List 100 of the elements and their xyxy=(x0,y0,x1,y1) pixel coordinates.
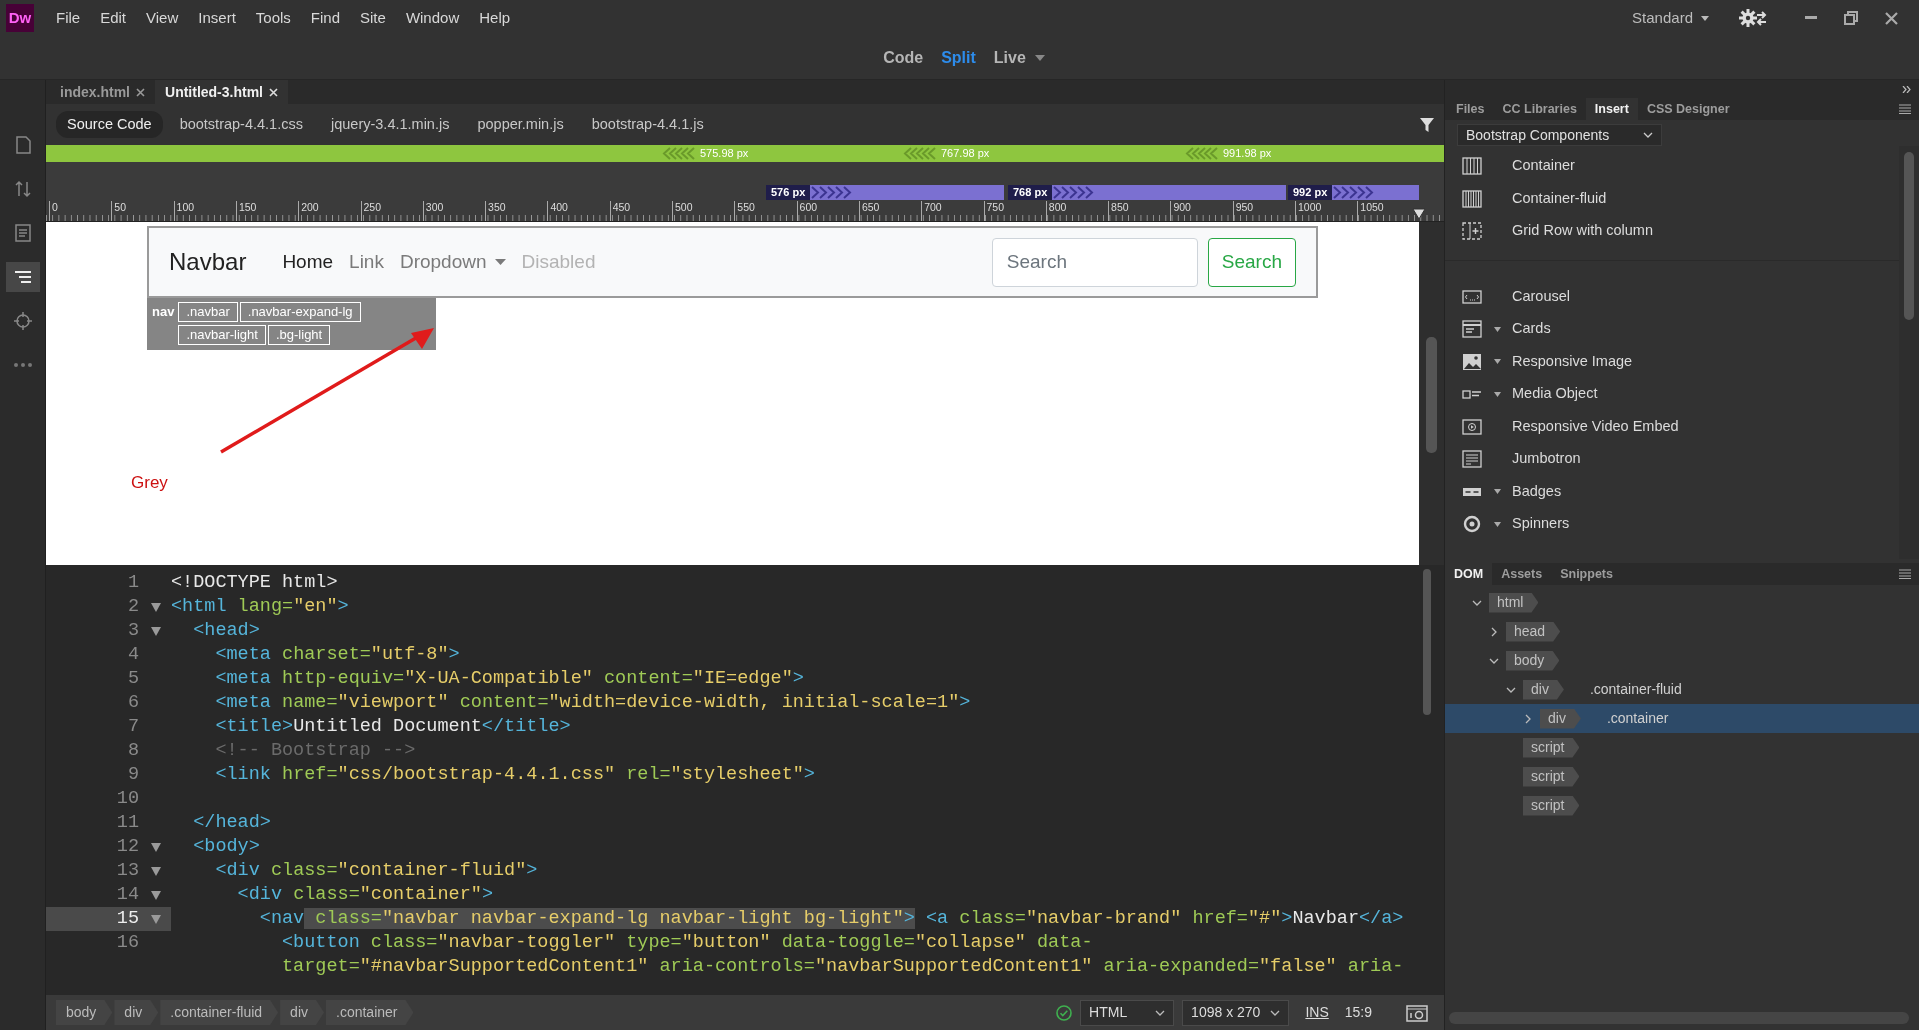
nav-link[interactable]: Home xyxy=(274,247,342,277)
ruler-marker-icon[interactable] xyxy=(1412,208,1426,220)
document-list-icon[interactable] xyxy=(12,223,33,243)
scrollbar-thumb[interactable] xyxy=(1423,569,1431,715)
fold-icon[interactable] xyxy=(151,914,161,924)
menu-item[interactable]: Find xyxy=(300,6,350,30)
fold-icon[interactable] xyxy=(151,842,161,852)
breakpoint-bar[interactable]: 576 px xyxy=(766,185,1004,200)
workspace-dropdown[interactable]: Standard xyxy=(1626,5,1715,31)
dom-tag[interactable]: html xyxy=(1489,592,1539,613)
menu-item[interactable]: File xyxy=(46,6,91,30)
class-tag[interactable]: .navbar xyxy=(178,302,238,322)
ruler-number: 150 xyxy=(235,201,257,221)
menu-item[interactable]: Window xyxy=(395,6,470,30)
panel-tab[interactable]: Insert xyxy=(1585,98,1638,120)
nav-link[interactable]: Dropdown xyxy=(391,247,514,277)
dom-tag[interactable]: body xyxy=(1506,650,1560,671)
chevron-down-icon[interactable] xyxy=(1506,686,1516,693)
dom-tag[interactable]: div xyxy=(1523,679,1564,700)
preview-icon[interactable] xyxy=(1406,1003,1428,1022)
insert-item[interactable]: Container-fluid xyxy=(1445,182,1899,215)
chevron-down-icon[interactable] xyxy=(1472,599,1482,606)
fold-icon[interactable] xyxy=(151,866,161,876)
scrollbar-thumb[interactable] xyxy=(1904,152,1914,320)
close-icon[interactable] xyxy=(136,87,145,97)
related-file-tab[interactable]: popper.min.js xyxy=(466,110,575,139)
caret-icon[interactable] xyxy=(1493,359,1501,365)
class-name: .container-fluid xyxy=(1589,680,1682,699)
size-dropdown[interactable]: 1098 x 270 xyxy=(1182,999,1290,1026)
insert-item[interactable]: Cards xyxy=(1445,313,1899,346)
menu-icon[interactable] xyxy=(1899,104,1911,114)
dom-tag[interactable]: script xyxy=(1523,766,1580,787)
view-tab[interactable]: Split xyxy=(932,45,985,70)
dom-tag[interactable]: head xyxy=(1506,621,1561,642)
layout-icon xyxy=(1462,450,1482,469)
breadcrumb-item[interactable]: div xyxy=(114,1000,159,1025)
insert-item[interactable]: Responsive Video Embed xyxy=(1445,410,1899,443)
caret-icon[interactable] xyxy=(1493,521,1501,527)
dom-tag[interactable]: script xyxy=(1523,737,1580,758)
language-dropdown[interactable]: HTML xyxy=(1080,999,1175,1026)
category-dropdown[interactable]: Bootstrap Components xyxy=(1457,124,1662,146)
insert-item[interactable]: Jumbotron xyxy=(1445,443,1899,476)
menu-item[interactable]: View xyxy=(136,6,189,30)
related-file-tab[interactable]: Source Code xyxy=(56,110,163,139)
filter-icon[interactable] xyxy=(1420,117,1434,132)
caret-icon[interactable] xyxy=(1034,54,1045,61)
chevron-right-icon[interactable] xyxy=(1491,626,1497,637)
breadcrumb-item[interactable]: .container xyxy=(326,1000,414,1025)
menu-item[interactable]: Insert xyxy=(188,6,246,30)
collapse-icon[interactable] xyxy=(1902,85,1911,93)
caret-icon[interactable] xyxy=(1493,489,1501,495)
related-file-tab[interactable]: bootstrap-4.4.1.css xyxy=(168,110,314,139)
breakpoint-bar[interactable]: 768 px xyxy=(1008,185,1286,200)
dom-tag[interactable]: div xyxy=(1540,708,1581,729)
scrollbar-thumb[interactable] xyxy=(1426,337,1437,453)
breadcrumb-item[interactable]: div xyxy=(280,1000,324,1025)
insert-item[interactable]: Badges xyxy=(1445,475,1899,508)
search-field[interactable]: Search xyxy=(991,237,1198,287)
menu-item[interactable]: Edit xyxy=(90,6,137,30)
class-tag[interactable]: .bg-light xyxy=(267,325,331,345)
insert-mode[interactable]: INS xyxy=(1305,1002,1329,1023)
panel-tab[interactable]: DOM xyxy=(1445,563,1493,585)
insert-item[interactable]: Carousel xyxy=(1445,280,1899,313)
navbar-brand[interactable]: Navbar xyxy=(169,244,247,280)
class-tag[interactable]: .navbar-light xyxy=(178,325,266,345)
related-file-tab[interactable]: jquery-3.4.1.min.js xyxy=(319,110,461,139)
caret-icon xyxy=(494,259,506,265)
class-tag[interactable]: .navbar-expand-lg xyxy=(239,302,361,322)
breadcrumb-item[interactable]: body xyxy=(56,1000,113,1025)
insert-item[interactable]: Spinners xyxy=(1445,508,1899,541)
dom-tag[interactable]: script xyxy=(1523,795,1580,816)
grid-add-icon xyxy=(1462,222,1482,241)
chevron-down-icon[interactable] xyxy=(1489,657,1499,664)
insert-item[interactable]: Media Object xyxy=(1445,378,1899,411)
menu-item[interactable]: Help xyxy=(469,6,521,30)
caret-icon[interactable] xyxy=(1493,326,1501,332)
menu-item[interactable]: Tools xyxy=(245,6,301,30)
related-file-tab[interactable]: bootstrap-4.4.1.js xyxy=(580,110,715,139)
view-tab[interactable]: Live xyxy=(984,45,1035,70)
insert-item[interactable]: Grid Row with column xyxy=(1445,215,1899,248)
code-line: <meta charset="utf-8"> xyxy=(214,643,460,667)
code-line: <link href="css/bootstrap-4.4.1.css" rel="stylesheet"> xyxy=(214,763,815,787)
insert-item[interactable]: Container xyxy=(1445,150,1899,183)
fold-icon[interactable] xyxy=(151,602,161,612)
breakpoint-bar[interactable]: 992 px xyxy=(1288,185,1419,200)
menu-icon[interactable] xyxy=(1899,569,1911,579)
breadcrumb-item[interactable]: .container-fluid xyxy=(160,1000,279,1025)
document-tab[interactable]: Untitled-3.html xyxy=(155,80,288,104)
fold-icon[interactable] xyxy=(151,890,161,900)
caret-icon[interactable] xyxy=(1493,391,1501,397)
chevron-right-icon[interactable] xyxy=(1525,713,1531,724)
view-tab[interactable]: Code xyxy=(874,45,933,70)
insert-item[interactable]: Responsive Image xyxy=(1445,345,1899,378)
gear-icon[interactable] xyxy=(1739,8,1767,28)
nav-link[interactable]: Link xyxy=(341,247,392,277)
fold-icon[interactable] xyxy=(151,626,161,636)
menu-item[interactable]: Site xyxy=(350,6,396,30)
line-number: 8 xyxy=(126,739,140,763)
crosshair-icon[interactable] xyxy=(12,311,33,331)
selected-row[interactable]: div .container xyxy=(1445,704,1919,733)
